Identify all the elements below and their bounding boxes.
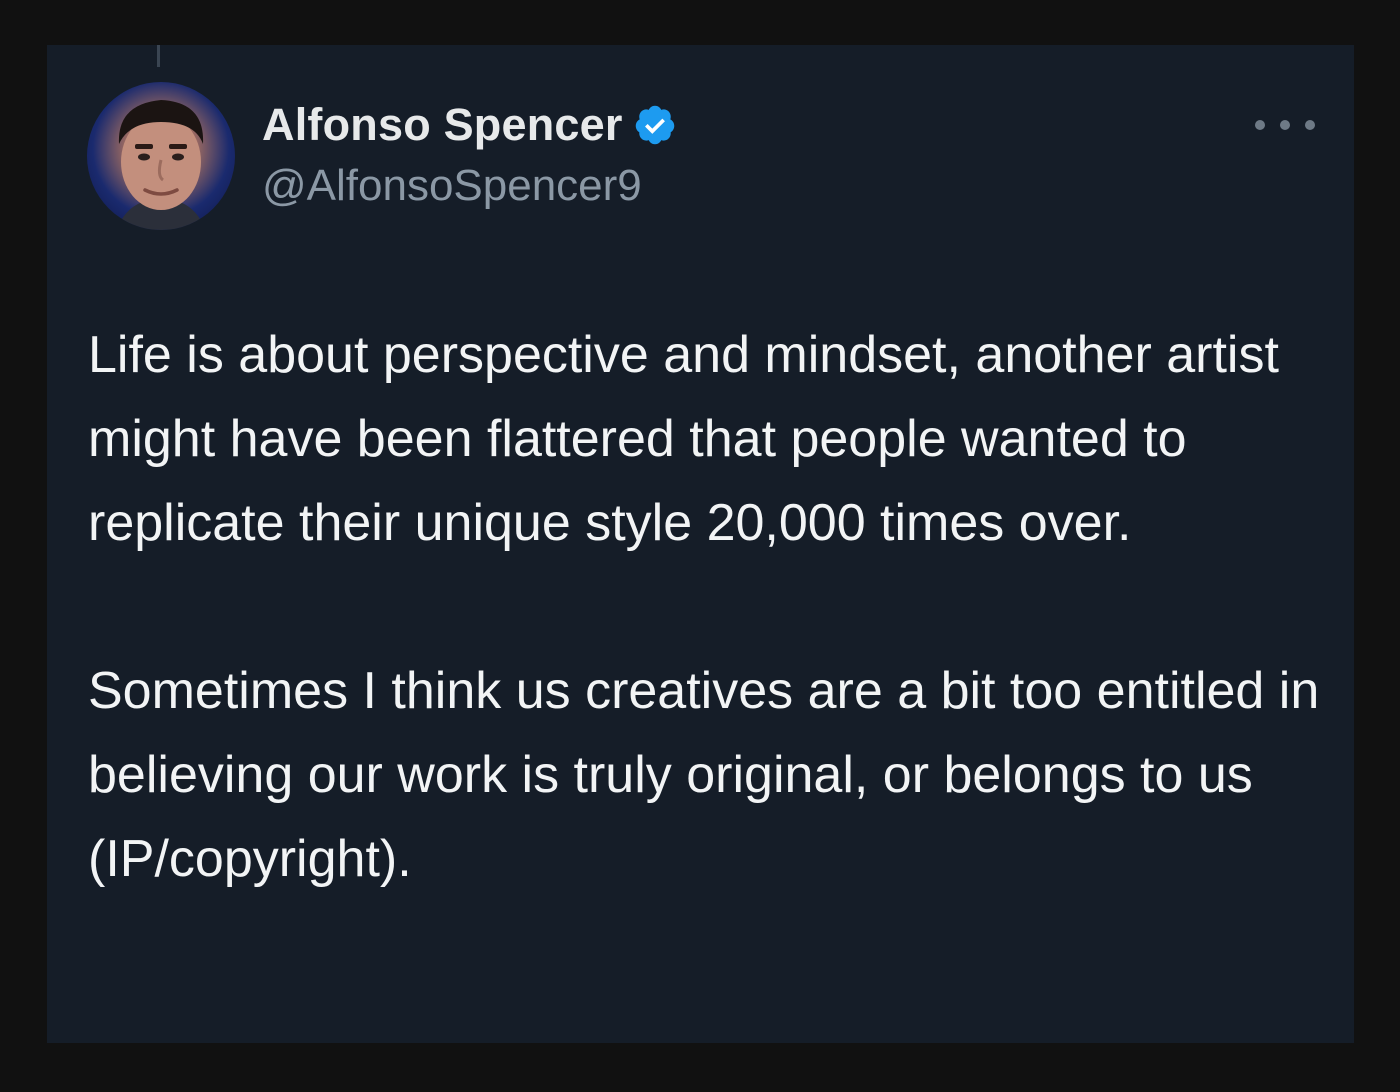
- ellipsis-dot: [1280, 120, 1290, 130]
- tweet-paragraph-2: Sometimes I think us creatives are a bit…: [88, 662, 1320, 888]
- author-name-row: Alfonso Spencer: [262, 99, 677, 151]
- tweet-text: Life is about perspective and mindset, a…: [88, 313, 1328, 901]
- ellipsis-dot: [1305, 120, 1315, 130]
- ellipsis-dot: [1255, 120, 1265, 130]
- thread-connector-line: [157, 45, 160, 67]
- more-options-button[interactable]: [1255, 111, 1315, 139]
- verified-badge-icon: [635, 105, 674, 145]
- avatar-portrait-icon: [117, 100, 205, 230]
- tweet-card[interactable]: Alfonso Spencer @AlfonsoSpencer9 Life is…: [47, 45, 1354, 1043]
- author-handle[interactable]: @AlfonsoSpencer9: [262, 161, 642, 211]
- tweet-paragraph-1: Life is about perspective and mindset, a…: [88, 326, 1279, 552]
- author-display-name[interactable]: Alfonso Spencer: [262, 99, 623, 151]
- avatar[interactable]: [87, 82, 235, 230]
- screenshot-frame: Alfonso Spencer @AlfonsoSpencer9 Life is…: [0, 0, 1400, 1092]
